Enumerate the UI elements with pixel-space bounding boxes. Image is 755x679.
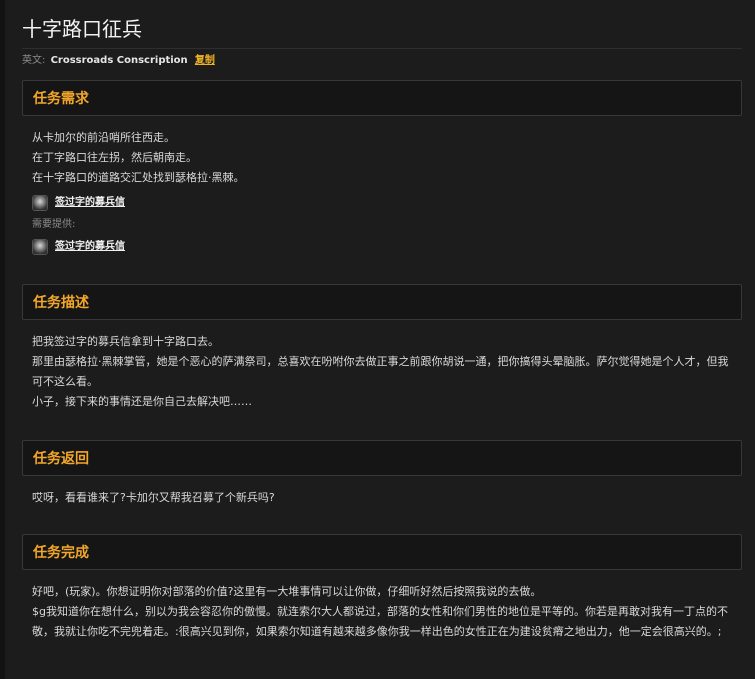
description-body: 把我签过字的募兵信拿到十字路口去。 那里由瑟格拉·黑棘掌管，她是个恶心的萨满祭司… bbox=[22, 320, 742, 412]
english-name-row: 英文: Crossroads Conscription 复制 bbox=[22, 54, 742, 68]
requirement-line: 在丁字路口往左拐，然后朝南走。 bbox=[32, 151, 197, 164]
english-name: Crossroads Conscription bbox=[50, 55, 188, 66]
completion-body: 好吧，(玩家)。你想证明你对部落的价值?这里有一大堆事情可以让你做，仔细听好然后… bbox=[22, 570, 742, 642]
provided-item-link[interactable]: 签过字的募兵信 bbox=[55, 237, 125, 257]
left-edge-strip bbox=[0, 0, 5, 679]
description-line: 把我签过字的募兵信拿到十字路口去。 bbox=[32, 335, 219, 348]
description-line: 那里由瑟格拉·黑棘掌管，她是个恶心的萨满祭司，总喜欢在吩咐你去做正事之前跟你胡说… bbox=[32, 355, 729, 388]
requirements-body: 从卡加尔的前沿哨所往西走。 在丁字路口往左拐，然后朝南走。 在十字路口的道路交汇… bbox=[22, 116, 742, 258]
quest-item-link[interactable]: 签过字的募兵信 bbox=[55, 193, 125, 213]
quest-item-row: 签过字的募兵信 bbox=[32, 192, 732, 214]
requirements-header: 任务需求 bbox=[22, 80, 742, 116]
requirement-line: 在十字路口的道路交汇处找到瑟格拉·黑棘。 bbox=[32, 171, 245, 184]
quest-page: 十字路口征兵 英文: Crossroads Conscription 复制 任务… bbox=[0, 0, 755, 679]
return-header: 任务返回 bbox=[22, 440, 742, 476]
description-line: 小子，接下来的事情还是你自己去解决吧…… bbox=[32, 395, 252, 408]
return-line: 哎呀，看看谁来了?卡加尔又帮我召募了个新兵吗? bbox=[32, 491, 275, 504]
return-title: 任务返回 bbox=[33, 451, 89, 467]
requirement-line: 从卡加尔的前沿哨所往西走。 bbox=[32, 131, 175, 144]
quest-content: 十字路口征兵 英文: Crossroads Conscription 复制 任务… bbox=[22, 0, 742, 642]
requirements-title: 任务需求 bbox=[33, 91, 89, 107]
completion-line: 好吧，(玩家)。你想证明你对部落的价值?这里有一大堆事情可以让你做，仔细听好然后… bbox=[32, 585, 542, 598]
return-body: 哎呀，看看谁来了?卡加尔又帮我召募了个新兵吗? bbox=[22, 476, 742, 508]
letter-icon[interactable] bbox=[32, 195, 48, 211]
completion-title: 任务完成 bbox=[33, 545, 89, 561]
description-header: 任务描述 bbox=[22, 284, 742, 320]
provided-label: 需要提供: bbox=[32, 219, 76, 230]
completion-header: 任务完成 bbox=[22, 534, 742, 570]
english-label: 英文: bbox=[22, 55, 46, 66]
description-title: 任务描述 bbox=[33, 295, 89, 311]
page-title: 十字路口征兵 bbox=[22, 17, 142, 41]
provided-item-row: 签过字的募兵信 bbox=[32, 236, 732, 258]
completion-line: $g我知道你在想什么，别以为我会容忍你的傲慢。就连索尔大人都说过，部落的女性和你… bbox=[32, 605, 728, 638]
letter-icon[interactable] bbox=[32, 239, 48, 255]
copy-button[interactable]: 复制 bbox=[195, 55, 215, 66]
